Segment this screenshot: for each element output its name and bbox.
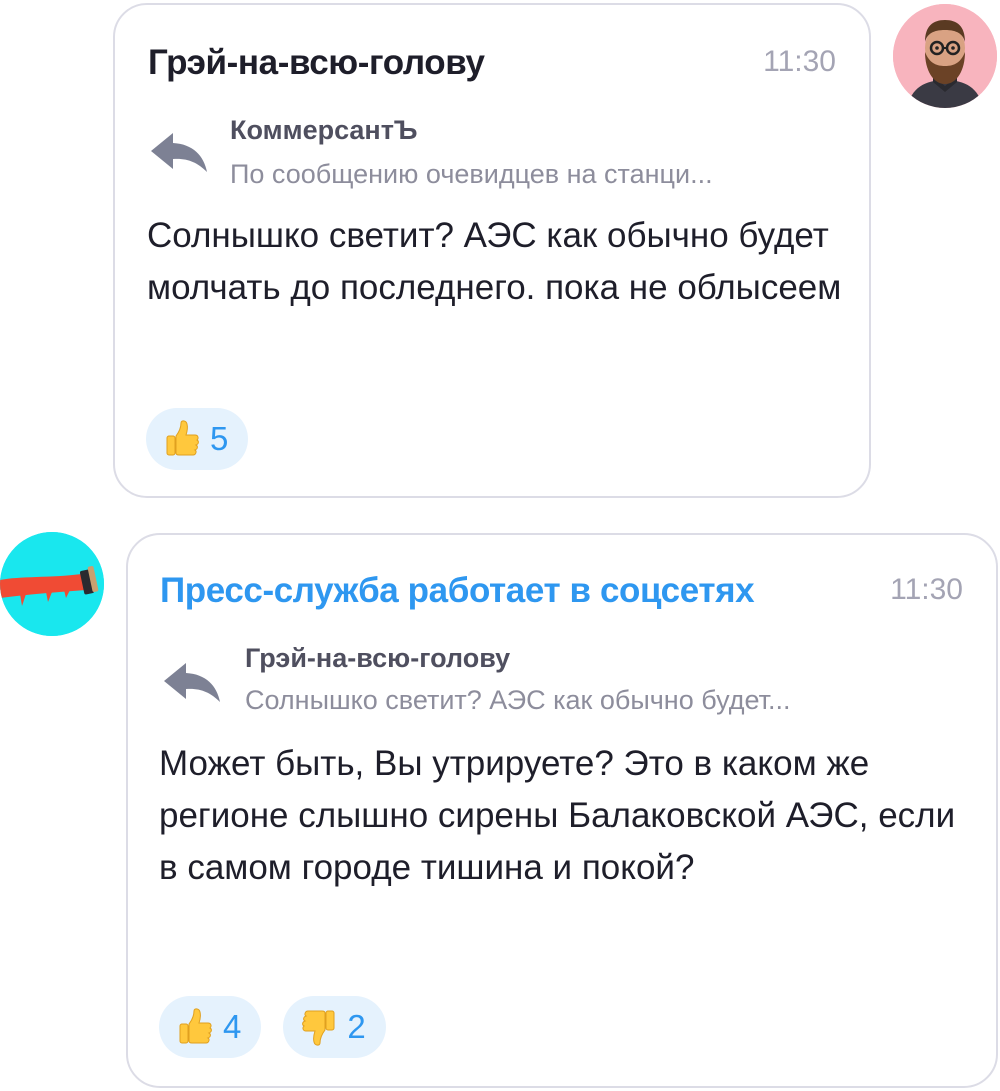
reply-arrow-icon xyxy=(151,133,207,172)
paint-brush-avatar-icon xyxy=(0,532,104,636)
reactions-bar: 4 2 xyxy=(159,996,386,1058)
thumbs-down-icon xyxy=(302,1010,335,1046)
thumbs-up-icon xyxy=(179,1008,212,1044)
reaction-count: 5 xyxy=(210,420,229,457)
message-time: 11:30 xyxy=(763,45,836,78)
reply-preview-text[interactable]: Солнышко светит? АЭС как обычно будет... xyxy=(245,685,790,716)
reaction-count: 2 xyxy=(347,1008,366,1045)
bearded-man-avatar-icon xyxy=(893,4,997,108)
reply-arrow-icon xyxy=(164,663,220,702)
user-avatar[interactable] xyxy=(893,4,997,108)
reply-preview-text[interactable]: По сообщению очевидцев на станци... xyxy=(230,159,713,190)
message-time: 11:30 xyxy=(890,573,963,606)
user-avatar[interactable] xyxy=(0,532,104,636)
reaction-count: 4 xyxy=(223,1008,242,1045)
reaction-thumbs-down[interactable]: 2 xyxy=(283,996,386,1058)
message-text: Может быть, Вы утрируете? Это в каком же… xyxy=(159,744,956,887)
reaction-thumbs-up[interactable]: 5 xyxy=(146,408,249,470)
reaction-thumbs-up[interactable]: 4 xyxy=(159,996,262,1058)
message-author[interactable]: Пресс-служба работает в соцсетях xyxy=(160,571,755,611)
reply-author[interactable]: КоммерсантЪ xyxy=(230,115,417,146)
message-text: Солнышко светит? АЭС как обычно будет мо… xyxy=(147,216,842,307)
message-bubble: Грэй-на-всю-голову 11:30 КоммерсантЪ По … xyxy=(113,3,871,498)
reactions-bar: 5 xyxy=(146,408,249,470)
message-bubble: Пресс-служба работает в соцсетях 11:30 Г… xyxy=(126,533,998,1088)
reply-author[interactable]: Грэй-на-всю-голову xyxy=(245,643,510,674)
message-author[interactable]: Грэй-на-всю-голову xyxy=(148,43,485,83)
thumbs-up-icon xyxy=(166,420,199,456)
